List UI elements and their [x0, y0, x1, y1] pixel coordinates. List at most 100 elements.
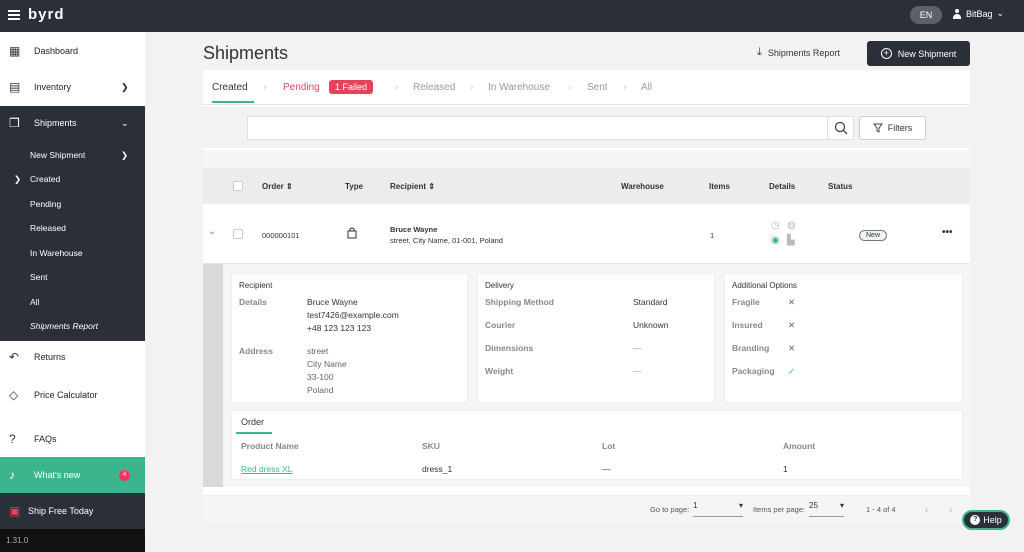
go-to-page-select[interactable]: 1 ▾ — [693, 501, 743, 517]
sidebar-subitem-all[interactable]: All — [30, 297, 39, 307]
tab-sent[interactable]: Sent — [587, 82, 608, 93]
user-name: BitBag — [966, 8, 993, 19]
bell-icon: ♪ — [9, 468, 15, 482]
sidebar-subitem-sent[interactable]: Sent — [30, 272, 48, 282]
recipient-address: street, City Name, 01-001, Poland — [390, 236, 503, 245]
sidebar-subitem-created[interactable]: Created — [30, 174, 60, 184]
branding-no-icon: ✕ — [788, 343, 796, 353]
failed-badge[interactable]: 1 Failed — [329, 80, 374, 94]
ship-free-row: ▣ Ship Free Today — [0, 504, 145, 518]
status-tabs: Created › Pending 1 Failed › Released › … — [203, 70, 970, 105]
language-selector[interactable]: EN — [910, 6, 942, 24]
whats-new-label: What's new — [34, 470, 81, 480]
sidebar-item-price-calculator[interactable]: ◇ Price Calculator — [0, 388, 145, 402]
app-logo[interactable]: byrd — [28, 6, 65, 23]
column-order-label: Order — [262, 182, 284, 191]
courier-value: Unknown — [633, 320, 669, 330]
tab-order[interactable]: Order — [241, 417, 264, 427]
help-button[interactable]: ? Help — [962, 510, 1010, 530]
column-details: Details — [769, 182, 796, 191]
insured-label: Insured — [732, 320, 763, 330]
branding-label: Branding — [732, 343, 770, 353]
help-label: Help — [983, 515, 1002, 525]
shipment-details: Recipient Details Bruce Wayne test7426@e… — [203, 264, 970, 487]
menu-icon[interactable] — [8, 10, 20, 20]
next-page-icon[interactable]: › — [949, 505, 952, 516]
tab-all[interactable]: All — [641, 82, 652, 93]
sidebar-subitem-released[interactable]: Released — [30, 223, 66, 233]
sidebar-subitem-pending[interactable]: Pending — [30, 199, 61, 209]
boxes-icon: ❒ — [9, 116, 20, 130]
column-order[interactable]: Order ⇕ — [262, 182, 293, 191]
recipient-phone: +48 123 123 123 — [307, 323, 372, 333]
user-icon — [952, 8, 962, 19]
address-city: City Name — [307, 359, 347, 369]
search-button[interactable] — [827, 116, 854, 140]
sidebar-item-returns[interactable]: ↶ Returns — [0, 350, 145, 364]
column-lot: Lot — [602, 441, 616, 451]
sidebar-item-dashboard[interactable]: ▦ Dashboard — [0, 44, 145, 58]
sidebar-item-label: Inventory — [34, 82, 72, 92]
user-menu[interactable]: BitBag ⌄ — [952, 8, 1004, 19]
grid-icon: ▦ — [9, 44, 21, 58]
pagination: Go to page: 1 ▾ Items per page: 25 ▾ 1 -… — [203, 495, 970, 525]
column-type: Type — [345, 182, 364, 191]
amount-value: 1 — [783, 464, 788, 474]
ship-free-label: Ship Free Today — [28, 506, 94, 516]
sidebar-item-label: Dashboard — [34, 46, 79, 56]
shipping-method-label: Shipping Method — [485, 297, 554, 307]
panel-title: Additional Options — [732, 281, 797, 290]
question-icon: ? — [9, 432, 16, 446]
detail-rail — [203, 264, 223, 487]
new-shipment-button[interactable]: + New Shipment — [867, 41, 970, 66]
sidebar-subitem-in-warehouse[interactable]: In Warehouse — [30, 248, 83, 258]
items-per-page-select[interactable]: 25 ▾ — [809, 501, 844, 517]
items-count: 1 — [710, 231, 715, 240]
sidebar-item-faqs[interactable]: ? FAQs — [0, 432, 145, 446]
tab-released[interactable]: Released — [413, 82, 455, 93]
search-input[interactable] — [247, 116, 827, 140]
sidebar-item-shipments[interactable]: ❒ Shipments ⌄ — [0, 116, 145, 130]
column-recipient[interactable]: Recipient ⇕ — [390, 182, 435, 191]
ship-free-button[interactable]: ▣ Ship Free Today — [0, 493, 145, 529]
chevron-right-icon: › — [568, 82, 572, 93]
whats-new-button[interactable]: ♪ What's new 4 — [0, 457, 145, 493]
column-warehouse: Warehouse — [621, 182, 664, 191]
tab-created[interactable]: Created — [212, 82, 248, 93]
chevron-right-icon: › — [263, 82, 267, 93]
chevron-down-icon: ⌄ — [121, 117, 129, 128]
column-sku: SKU — [422, 441, 440, 451]
status-badge: New — [859, 230, 888, 241]
table-row[interactable]: ⌄ 000000101 Bruce Wayne street, City Nam… — [203, 204, 970, 264]
tab-pending[interactable]: Pending — [283, 82, 320, 93]
collapse-chevron-icon[interactable]: ⌄ — [208, 226, 216, 237]
row-checkbox[interactable] — [233, 229, 243, 239]
sku-value: dress_1 — [422, 464, 453, 474]
return-arrow-icon: ↶ — [9, 350, 20, 364]
active-tab-indicator — [212, 101, 254, 103]
order-number: 000000101 — [262, 231, 300, 240]
sidebar-subitem-shipments-report[interactable]: Shipments Report — [30, 321, 98, 331]
tab-in-warehouse[interactable]: In Warehouse — [488, 82, 550, 93]
product-link[interactable]: Red dress XL — [241, 464, 293, 474]
search-icon — [834, 121, 848, 135]
sidebar-subitem-new-shipment[interactable]: New Shipment — [30, 150, 85, 160]
shipments-card: Created › Pending 1 Failed › Released › … — [203, 70, 970, 525]
caret-down-icon: ▾ — [839, 501, 844, 510]
recipient-name: Bruce Wayne — [390, 225, 438, 234]
sidebar-item-inventory[interactable]: ▤ Inventory ❯ — [0, 80, 145, 94]
table-header: Order ⇕ Type Recipient ⇕ Warehouse Items… — [203, 168, 970, 204]
chevron-right-icon: ❯ — [121, 81, 129, 92]
more-options-icon[interactable]: ••• — [942, 227, 953, 238]
shipments-report-button[interactable]: ⤓ Shipments Report — [757, 46, 840, 59]
filters-button[interactable]: Filters — [859, 116, 926, 140]
address-label: Address — [239, 346, 274, 356]
help-icon: ? — [970, 515, 981, 525]
chevron-right-icon: ❯ — [14, 174, 22, 184]
select-all-checkbox[interactable] — [233, 181, 243, 191]
packaging-yes-icon: ✓ — [788, 366, 796, 376]
weight-label: Weight — [485, 366, 514, 376]
weight-value: — — [633, 366, 642, 376]
prev-page-icon[interactable]: ‹ — [925, 505, 928, 516]
column-product-name: Product Name — [241, 441, 299, 451]
